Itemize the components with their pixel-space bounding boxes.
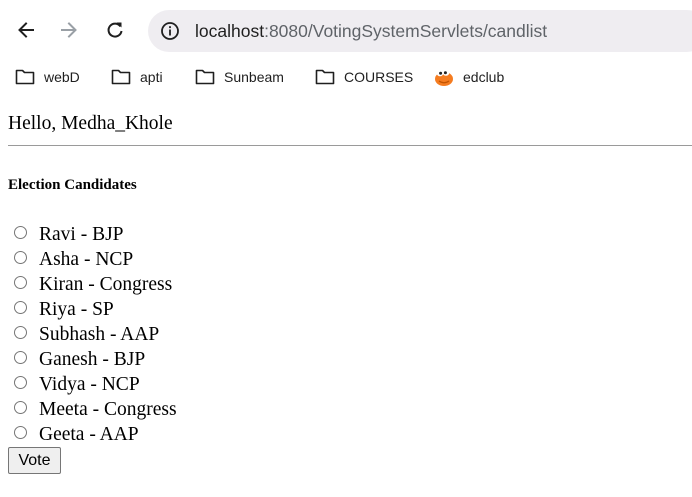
candidate-label: Meeta - Congress [39, 399, 177, 420]
candidate-label: Geeta - AAP [39, 424, 139, 445]
candidate-label: Kiran - Congress [39, 274, 173, 295]
candidate-radio[interactable] [14, 426, 27, 439]
url-text: localhost:8080/VotingSystemServlets/cand… [195, 21, 547, 41]
candidate-label: Ganesh - BJP [39, 349, 146, 370]
bookmark-label: Sunbeam [224, 69, 284, 85]
candidate-label: Subhash - AAP [39, 324, 160, 345]
candidate-radio[interactable] [14, 376, 27, 389]
bookmarks-bar: webD apti Sunbeam COURSES edclub [0, 60, 692, 94]
candidate-option[interactable]: Geeta - AAP [0, 422, 300, 447]
bookmark-webd[interactable]: webD [14, 66, 80, 88]
candidate-radio[interactable] [14, 301, 27, 314]
candidate-option[interactable]: Subhash - AAP [0, 322, 300, 347]
back-arrow-icon [18, 22, 34, 38]
greeting-text: Hello, Medha_Khole [8, 113, 173, 134]
candidate-option[interactable]: Vidya - NCP [0, 372, 300, 397]
vote-button[interactable]: Vote [8, 447, 61, 474]
candidate-radio[interactable] [14, 401, 27, 414]
edclub-icon [433, 66, 455, 88]
candidate-radio[interactable] [14, 326, 27, 339]
bookmark-label: COURSES [344, 69, 414, 85]
url-host: localhost [195, 21, 265, 41]
forward-arrow-icon [61, 22, 77, 38]
url-path: :8080/VotingSystemServlets/candlist [264, 21, 548, 41]
reload-button[interactable] [99, 14, 131, 46]
page-heading: Election Candidates [8, 177, 137, 193]
candidate-option[interactable]: Ravi - BJP [0, 222, 300, 247]
site-info-icon[interactable] [158, 19, 182, 43]
candidate-label: Vidya - NCP [39, 374, 140, 395]
candidate-option[interactable]: Meeta - Congress [0, 397, 300, 422]
bookmark-apti[interactable]: apti [110, 66, 163, 88]
bookmark-label: apti [140, 69, 163, 85]
folder-icon [194, 66, 216, 88]
bookmark-sunbeam[interactable]: Sunbeam [194, 66, 284, 88]
folder-icon [110, 66, 132, 88]
candidate-label: Ravi - BJP [39, 224, 124, 245]
candidate-option[interactable]: Riya - SP [0, 297, 300, 322]
divider [8, 145, 692, 146]
folder-icon [314, 66, 336, 88]
bookmark-edclub[interactable]: edclub [433, 66, 504, 88]
candidate-radio[interactable] [14, 226, 27, 239]
candidate-label: Riya - SP [39, 299, 114, 320]
bookmark-label: edclub [463, 69, 505, 85]
candidate-option[interactable]: Asha - NCP [0, 247, 300, 272]
candidate-radio[interactable] [14, 251, 27, 264]
candidate-label: Asha - NCP [39, 249, 134, 270]
candidate-option[interactable]: Ganesh - BJP [0, 347, 300, 372]
reload-icon [107, 22, 123, 38]
bookmark-label: webD [44, 69, 80, 85]
folder-icon [14, 66, 36, 88]
candidate-radio[interactable] [14, 276, 27, 289]
candidate-radio[interactable] [14, 351, 27, 364]
browser-toolbar: localhost:8080/VotingSystemServlets/cand… [0, 0, 692, 60]
forward-button[interactable] [53, 14, 85, 46]
back-button[interactable] [10, 14, 42, 46]
address-bar[interactable]: localhost:8080/VotingSystemServlets/cand… [148, 10, 692, 52]
bookmark-courses[interactable]: COURSES [314, 66, 413, 88]
candidate-option[interactable]: Kiran - Congress [0, 272, 300, 297]
